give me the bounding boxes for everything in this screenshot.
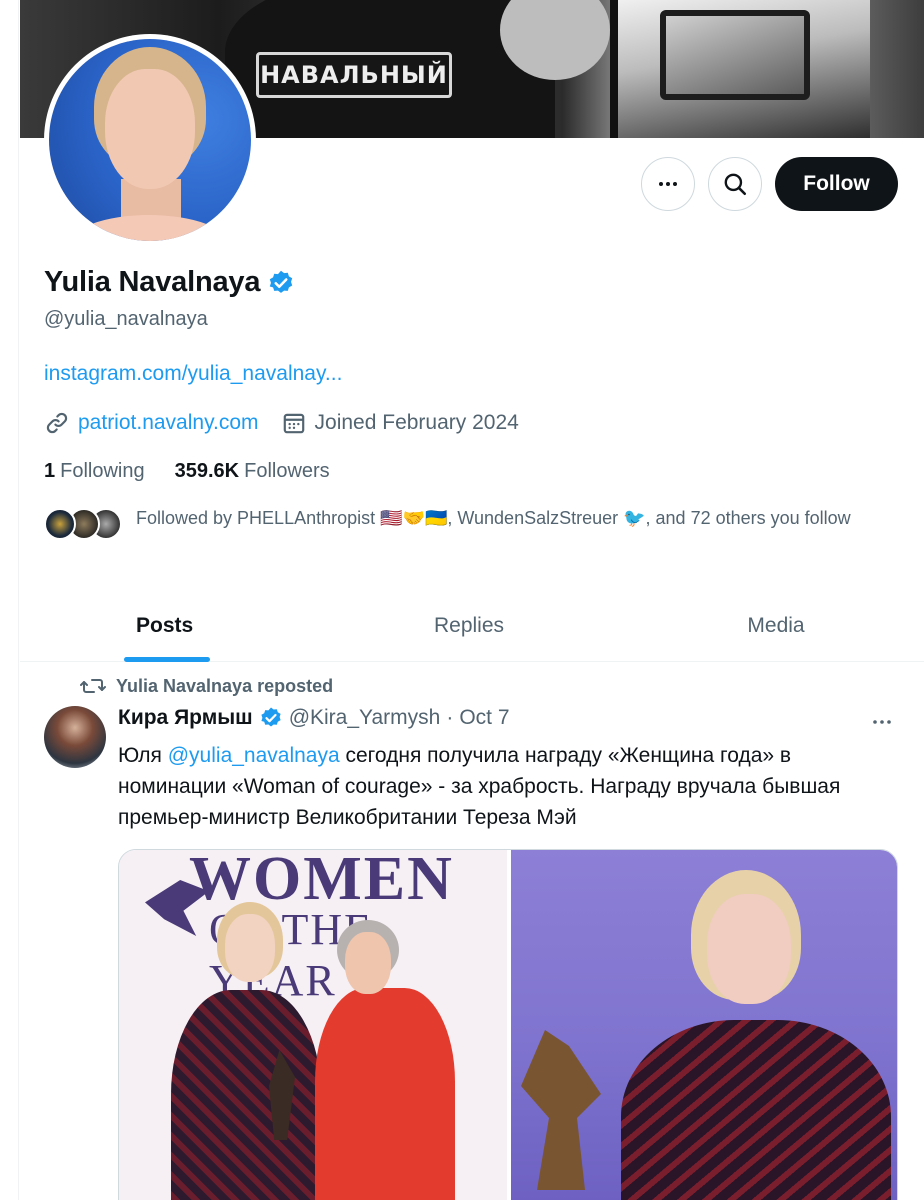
tab-media-label: Media: [747, 614, 805, 637]
banner-car-window: [660, 10, 810, 100]
photo-person-face: [345, 932, 391, 994]
banner-patch-text: НАВАЛЬНЫЙ: [256, 52, 452, 98]
photo-person-body: [621, 1020, 891, 1200]
tweet-header: Кира Ярмыш @Kira_Yarmysh · Oct 7: [118, 706, 898, 730]
profile-avatar[interactable]: [44, 34, 256, 246]
tweet-author-name[interactable]: Кира Ярмыш: [118, 706, 253, 730]
tab-replies[interactable]: Replies: [310, 590, 628, 662]
tab-posts[interactable]: Posts: [20, 590, 310, 662]
tweet-author-handle[interactable]: @Kira_Yarmysh: [289, 706, 441, 730]
photo-person-face: [707, 894, 791, 1004]
following-count: 1: [44, 460, 56, 482]
left-border: [18, 0, 19, 1200]
calendar-icon: [281, 410, 307, 436]
website-link[interactable]: patriot.navalny.com: [78, 411, 259, 435]
active-tab-indicator: [124, 657, 210, 662]
followers-count: 359.6K: [174, 460, 240, 482]
follow-counts: 1 Following 359.6K Followers: [44, 460, 360, 483]
profile-tabs: Posts Replies Media: [20, 590, 924, 662]
profile-name: Yulia Navalnaya: [44, 266, 261, 298]
tab-media[interactable]: Media: [628, 590, 924, 662]
avatar-shoulders: [69, 215, 229, 241]
verified-badge-icon: [261, 707, 281, 727]
tweet-photo-2[interactable]: [511, 850, 897, 1200]
following-label: Following: [60, 460, 145, 482]
tweet-media[interactable]: WOMEN OF THE YEAR: [118, 849, 898, 1200]
tweet-mention[interactable]: @yulia_navalnaya: [168, 744, 340, 767]
profile-name-row: Yulia Navalnaya: [44, 266, 295, 299]
followed-by-row[interactable]: Followed by PHELLAnthropist 🇺🇸🤝🇺🇦, Wunde…: [44, 506, 896, 542]
followers-count-link[interactable]: 359.6K Followers: [175, 460, 330, 483]
trophy-icon: [521, 1030, 601, 1190]
avatar-face: [105, 69, 195, 189]
bio-instagram-link[interactable]: instagram.com/yulia_navalnay...: [44, 362, 342, 386]
joined-date: Joined February 2024: [314, 411, 519, 434]
more-horizontal-icon: [659, 182, 677, 186]
followed-by-avatars: [44, 506, 124, 542]
repost-indicator[interactable]: Yulia Navalnaya reposted: [80, 675, 333, 697]
tweet-photo-1[interactable]: WOMEN OF THE YEAR: [119, 850, 507, 1200]
more-horizontal-icon: [873, 720, 891, 724]
link-icon: [44, 410, 70, 436]
follow-button[interactable]: Follow: [775, 157, 898, 211]
avatar: [44, 508, 76, 540]
following-count-link[interactable]: 1 Following: [44, 460, 145, 483]
followers-label: Followers: [244, 460, 330, 482]
tweet-date[interactable]: Oct 7: [459, 706, 509, 730]
tweet-author-avatar[interactable]: [44, 706, 106, 768]
photo-person-body: [315, 988, 455, 1200]
tweet-text-start: Юля: [118, 744, 168, 767]
tweet-more-button[interactable]: [862, 708, 902, 736]
photo-person-body: [171, 990, 321, 1200]
repost-icon: [80, 679, 106, 693]
tab-replies-label: Replies: [433, 614, 505, 637]
followed-by-text: Followed by PHELLAnthropist 🇺🇸🤝🇺🇦, Wunde…: [136, 508, 851, 528]
search-profile-button[interactable]: [708, 157, 762, 211]
profile-meta: patriot.navalny.com Joined February 2024: [44, 410, 519, 436]
verified-badge-icon[interactable]: [267, 269, 295, 297]
avatar-photo: [49, 39, 251, 241]
tweet-separator: ·: [446, 706, 454, 729]
tweet-text: Юля @yulia_navalnaya сегодня получила на…: [118, 740, 898, 833]
tab-posts-label: Posts: [136, 614, 194, 637]
repost-text: Yulia Navalnaya reposted: [116, 675, 334, 696]
photo-person-face: [225, 914, 275, 982]
search-icon: [724, 173, 747, 196]
more-options-button[interactable]: [641, 157, 695, 211]
profile-handle: @yulia_navalnaya: [44, 308, 208, 330]
